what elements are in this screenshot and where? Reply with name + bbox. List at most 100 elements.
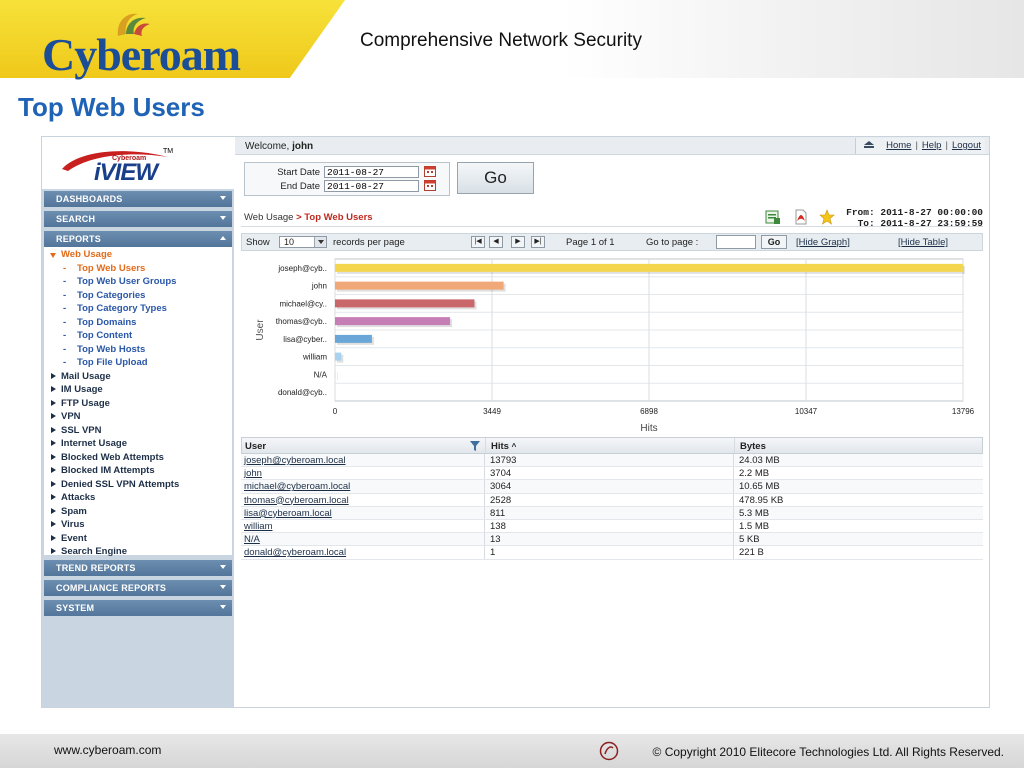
tree-item-virus[interactable]: Virus — [44, 519, 232, 532]
sidebar-section-compliance-reports[interactable]: COMPLIANCE REPORTS — [44, 580, 232, 596]
start-date-input[interactable]: 2011-08-27 — [324, 166, 419, 178]
column-divider — [484, 467, 485, 480]
go-button[interactable]: Go — [457, 162, 534, 194]
tree-item-top-web-user-groups[interactable]: - Top Web User Groups — [44, 276, 232, 289]
collapsed-arrow-icon — [51, 480, 56, 487]
column-divider — [733, 546, 734, 559]
hide-graph-link[interactable]: [Hide Graph] — [796, 237, 850, 248]
user-cell[interactable]: donald@cyberoam.local — [244, 547, 346, 558]
col-header-user[interactable]: User — [245, 441, 266, 452]
tree-item-event[interactable]: Event — [44, 533, 232, 546]
tree-item-attacks[interactable]: Attacks — [44, 492, 232, 505]
tree-item-top-web-hosts[interactable]: - Top Web Hosts — [44, 344, 232, 357]
user-cell[interactable]: michael@cyberoam.local — [244, 481, 350, 492]
sidebar-section-trend-reports[interactable]: TREND REPORTS — [44, 560, 232, 576]
last-page-button[interactable]: ▶| — [531, 236, 545, 248]
records-per-page-select[interactable]: 10 — [279, 236, 327, 248]
hits-chart: 0 3449 6898 10347 13796 joseph@cyb.. john micha… — [235, 253, 989, 437]
sidebar-section-system[interactable]: SYSTEM — [44, 600, 232, 616]
sidebar: Cyberoam TM iVIEW DASHBOARDS SEARCH REPO… — [42, 137, 234, 707]
column-divider — [484, 533, 485, 546]
sidebar-section-dashboards[interactable]: DASHBOARDS — [44, 191, 232, 207]
column-divider — [733, 519, 734, 533]
user-cell[interactable]: joseph@cyberoam.local — [244, 455, 346, 466]
tree-item-ftp-usage[interactable]: FTP Usage — [44, 398, 232, 411]
goto-page-input[interactable] — [716, 235, 756, 249]
bytes-cell: 478.95 KB — [739, 494, 784, 506]
breadcrumb-current: Top Web Users — [304, 212, 373, 223]
tree-item-top-content[interactable]: - Top Content — [44, 330, 232, 343]
user-cell[interactable]: N/A — [244, 534, 260, 545]
y-category-label: thomas@cyb.. — [276, 317, 327, 326]
section-label: SYSTEM — [56, 603, 95, 613]
table-row: lisa@cyberoam.local 811 5.3 MB — [241, 506, 983, 520]
tree-item-top-domains[interactable]: - Top Domains — [44, 317, 232, 330]
help-link[interactable]: Help — [918, 140, 946, 151]
bar — [335, 317, 451, 326]
bar — [335, 299, 475, 308]
breadcrumb-parent[interactable]: Web Usage — [244, 212, 293, 223]
table-row: thomas@cyberoam.local 2528 478.95 KB — [241, 493, 983, 507]
table-header: User Hits ^ Bytes — [241, 437, 983, 454]
slide: Cyberoam Comprehensive Network Security … — [0, 0, 1024, 768]
tree-item-top-categories[interactable]: - Top Categories — [44, 290, 232, 303]
tree-item-im-usage[interactable]: IM Usage — [44, 384, 232, 397]
sidebar-section-search[interactable]: SEARCH — [44, 211, 232, 227]
y-category-label: john — [311, 282, 327, 291]
bar — [335, 263, 963, 272]
iview-app-window: Cyberoam TM iVIEW DASHBOARDS SEARCH REPO… — [41, 136, 990, 708]
next-page-button[interactable]: ▶ — [511, 236, 525, 248]
export-excel-icon[interactable] — [765, 209, 781, 225]
y-axis-label: User — [255, 319, 266, 341]
collapsed-arrow-icon — [51, 399, 56, 406]
tree-item-ssl-vpn[interactable]: SSL VPN — [44, 425, 232, 438]
chevron-down-icon — [220, 565, 226, 569]
collapsed-arrow-icon — [51, 521, 56, 527]
goto-page-button[interactable]: Go — [761, 235, 787, 249]
tree-item-blocked-web-attempts[interactable]: Blocked Web Attempts — [44, 452, 232, 465]
collapsed-arrow-icon — [51, 494, 56, 500]
col-header-bytes[interactable]: Bytes — [740, 441, 766, 452]
user-cell[interactable]: lisa@cyberoam.local — [244, 508, 332, 519]
user-cell[interactable]: thomas@cyberoam.local — [244, 495, 349, 506]
tree-item-vpn[interactable]: VPN — [44, 411, 232, 424]
column-divider — [733, 533, 734, 546]
chevron-down-icon — [220, 605, 226, 609]
calendar-icon[interactable] — [424, 179, 436, 191]
tree-item-top-web-users[interactable]: - Top Web Users — [44, 263, 232, 276]
filter-icon[interactable] — [470, 441, 480, 451]
tree-item-spam[interactable]: Spam — [44, 506, 232, 519]
first-page-button[interactable]: |◀ — [471, 236, 485, 248]
section-label: SEARCH — [56, 214, 96, 224]
tree-item-web-usage[interactable]: Web Usage — [44, 249, 232, 262]
tree-item-search-engine[interactable]: Search Engine — [44, 546, 232, 559]
x-tick-label: 10347 — [795, 407, 818, 416]
bookmark-star-icon[interactable] — [819, 209, 835, 225]
export-pdf-icon[interactable] — [793, 209, 809, 225]
logout-link[interactable]: Logout — [948, 140, 985, 151]
collapsed-arrow-icon — [51, 467, 56, 473]
tree-item-internet-usage[interactable]: Internet Usage — [44, 438, 232, 451]
page-info: Page 1 of 1 — [566, 237, 615, 248]
iview-logo-tm: TM — [163, 148, 174, 155]
hide-table-link[interactable]: [Hide Table] — [898, 237, 948, 248]
x-tick-label: 3449 — [483, 407, 501, 416]
col-header-hits[interactable]: Hits ^ — [491, 441, 516, 452]
tree-item-blocked-im-attempts[interactable]: Blocked IM Attempts — [44, 465, 232, 478]
user-cell[interactable]: william — [244, 521, 273, 532]
header-tagline: Comprehensive Network Security — [360, 30, 642, 51]
tree-item-top-file-upload[interactable]: - Top File Upload — [44, 357, 232, 370]
y-category-label: michael@cy.. — [279, 299, 327, 308]
prev-page-button[interactable]: ◀ — [489, 236, 503, 248]
user-cell[interactable]: john — [244, 468, 262, 479]
home-link[interactable]: Home — [882, 140, 915, 151]
sidebar-section-reports[interactable]: REPORTS — [44, 231, 232, 247]
tree-item-denied-ssl-vpn-attempts[interactable]: Denied SSL VPN Attempts — [44, 479, 232, 492]
column-divider — [733, 506, 734, 519]
tree-item-mail-usage[interactable]: Mail Usage — [44, 371, 232, 384]
section-label: TREND REPORTS — [56, 563, 136, 573]
bytes-cell: 10.65 MB — [739, 481, 780, 493]
tree-item-top-category-types[interactable]: - Top Category Types — [44, 303, 232, 316]
calendar-icon[interactable] — [424, 165, 436, 177]
end-date-input[interactable]: 2011-08-27 — [324, 180, 419, 192]
